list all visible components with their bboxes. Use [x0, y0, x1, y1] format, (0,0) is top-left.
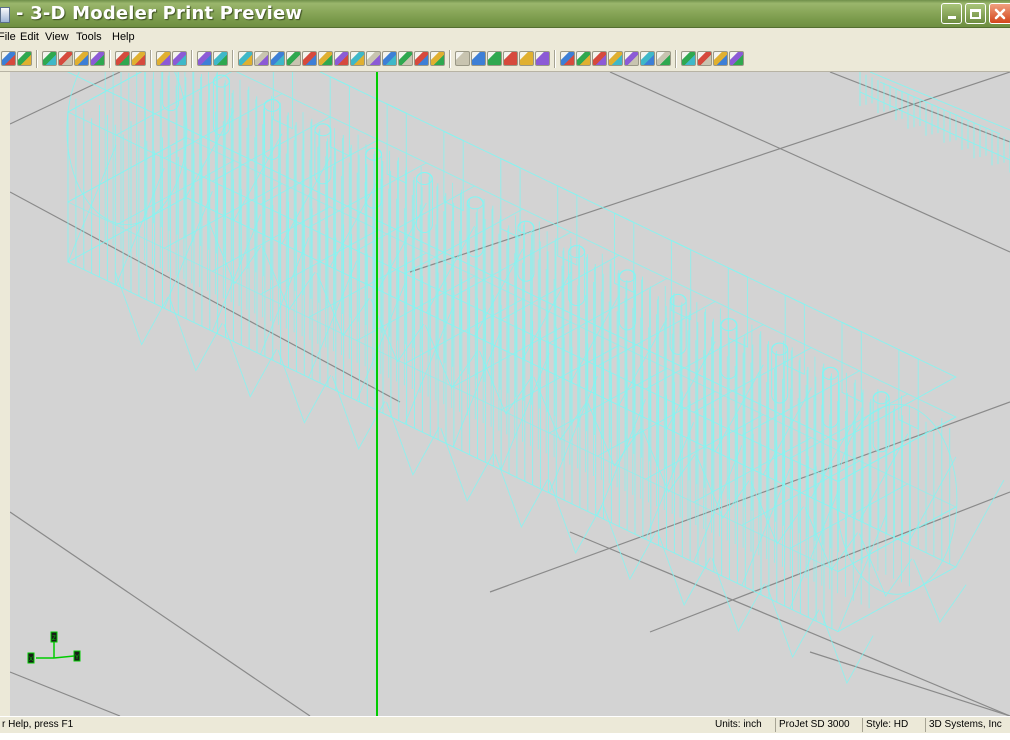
view-persp-icon[interactable] — [398, 51, 413, 66]
title-bar[interactable]: - 3-D Modeler Print Preview — [0, 0, 1010, 28]
build-icon[interactable] — [213, 51, 228, 66]
layout-icon[interactable] — [115, 51, 130, 66]
axis-triad: Z X Y — [27, 631, 81, 664]
measure-icon[interactable] — [487, 51, 502, 66]
toolbar-separator — [449, 50, 450, 68]
delete-icon[interactable] — [640, 51, 655, 66]
toolbar-separator — [232, 50, 233, 68]
toolbar-separator — [554, 50, 555, 68]
toolbar-separator — [36, 50, 37, 68]
app-window: - 3-D Modeler Print Preview File Edit Vi… — [0, 0, 1010, 733]
menu-help[interactable]: Help — [112, 31, 135, 43]
view-side-icon[interactable] — [270, 51, 285, 66]
view-back-icon[interactable] — [318, 51, 333, 66]
rotate-icon[interactable] — [286, 51, 301, 66]
print-icon[interactable] — [1, 51, 16, 66]
axis-y-label: Y — [75, 655, 79, 661]
status-help-text: r Help, press F1 — [2, 719, 74, 730]
viewport-canvas[interactable]: Z X Y — [10, 72, 1010, 716]
zoom-icon[interactable] — [156, 51, 171, 66]
toolbar-separator — [675, 50, 676, 68]
settings-icon[interactable] — [519, 51, 534, 66]
zoom-fit-icon[interactable] — [172, 51, 187, 66]
toolbar — [0, 46, 1010, 72]
menu-edit[interactable]: Edit — [20, 31, 39, 43]
duplicate-icon[interactable] — [624, 51, 639, 66]
zoom-out-icon[interactable] — [430, 51, 445, 66]
maximize-button[interactable] — [965, 3, 986, 24]
snap-icon[interactable] — [471, 51, 486, 66]
move-icon[interactable] — [560, 51, 575, 66]
view-iso-icon[interactable] — [302, 51, 317, 66]
section-icon[interactable] — [503, 51, 518, 66]
open-icon[interactable] — [42, 51, 57, 66]
report-icon[interactable] — [729, 51, 744, 66]
menu-view[interactable]: View — [45, 31, 69, 43]
app-icon[interactable] — [0, 7, 10, 23]
minimize-button[interactable] — [941, 3, 962, 24]
status-vendor: 3D Systems, Inc — [925, 718, 1010, 732]
grid-icon[interactable] — [455, 51, 470, 66]
axis-z-label: Z — [52, 636, 56, 642]
status-style: Style: HD — [862, 718, 925, 732]
status-bar: r Help, press F1 Units: inch ProJet SD 3… — [0, 716, 1010, 733]
axis-x-label: X — [29, 657, 33, 663]
zoom-in-icon[interactable] — [414, 51, 429, 66]
menu-file[interactable]: File — [0, 31, 16, 43]
view-top-icon[interactable] — [238, 51, 253, 66]
info-icon[interactable] — [535, 51, 550, 66]
import-icon[interactable] — [90, 51, 105, 66]
mirror-icon[interactable] — [608, 51, 623, 66]
wireframe-model-partial[interactable] — [859, 72, 1010, 173]
save-icon[interactable] — [58, 51, 73, 66]
layers-icon[interactable] — [713, 51, 728, 66]
menu-tools[interactable]: Tools — [76, 31, 102, 43]
view-bottom-icon[interactable] — [366, 51, 381, 66]
print-setup-icon[interactable] — [17, 51, 32, 66]
wireframe-model[interactable] — [66, 72, 1005, 685]
restore-icon — [970, 8, 981, 19]
view-custom-icon[interactable] — [382, 51, 397, 66]
3d-viewport[interactable]: Z X Y — [10, 72, 1010, 716]
menu-bar: File Edit View Tools Help — [0, 28, 1010, 46]
view-right-icon[interactable] — [350, 51, 365, 66]
toolbar-separator — [109, 50, 110, 68]
close-icon — [994, 8, 1006, 19]
select-icon[interactable] — [656, 51, 671, 66]
scale-icon[interactable] — [576, 51, 591, 66]
minimize-icon — [947, 16, 956, 19]
toolbar-separator — [191, 50, 192, 68]
status-printer: ProJet SD 3000 — [775, 718, 862, 732]
arrange-icon[interactable] — [131, 51, 146, 66]
page-bottom-margin — [0, 733, 1010, 740]
export-icon[interactable] — [74, 51, 89, 66]
toolbar-separator — [150, 50, 151, 68]
verify-icon[interactable] — [681, 51, 696, 66]
status-units: Units: inch — [715, 719, 762, 730]
orient-icon[interactable] — [592, 51, 607, 66]
color-icon[interactable] — [697, 51, 712, 66]
view-left-icon[interactable] — [334, 51, 349, 66]
window-title: - 3-D Modeler Print Preview — [16, 3, 303, 24]
close-button[interactable] — [989, 3, 1010, 24]
view-front-icon[interactable] — [254, 51, 269, 66]
stop-icon[interactable] — [197, 51, 212, 66]
